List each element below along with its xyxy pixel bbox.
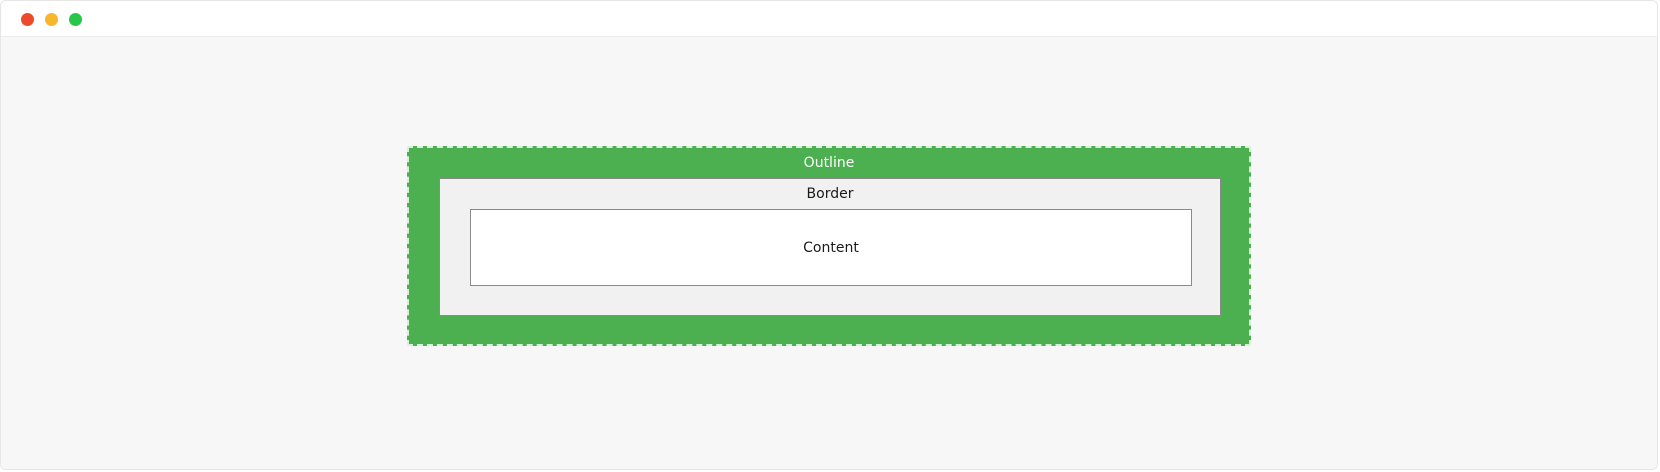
content-box: Content [470,209,1192,286]
title-bar [1,1,1657,37]
border-box: Border Content [439,178,1221,316]
outline-label: Outline [803,155,855,171]
content-label: Content [803,239,859,256]
minimize-window-button[interactable] [45,13,58,26]
maximize-window-button[interactable] [69,13,82,26]
close-window-button[interactable] [21,13,34,26]
outline-box: Outline Border Content [407,146,1251,346]
border-label: Border [806,186,854,202]
browser-window: Outline Border Content [0,0,1658,470]
page-content: Outline Border Content [1,37,1657,469]
